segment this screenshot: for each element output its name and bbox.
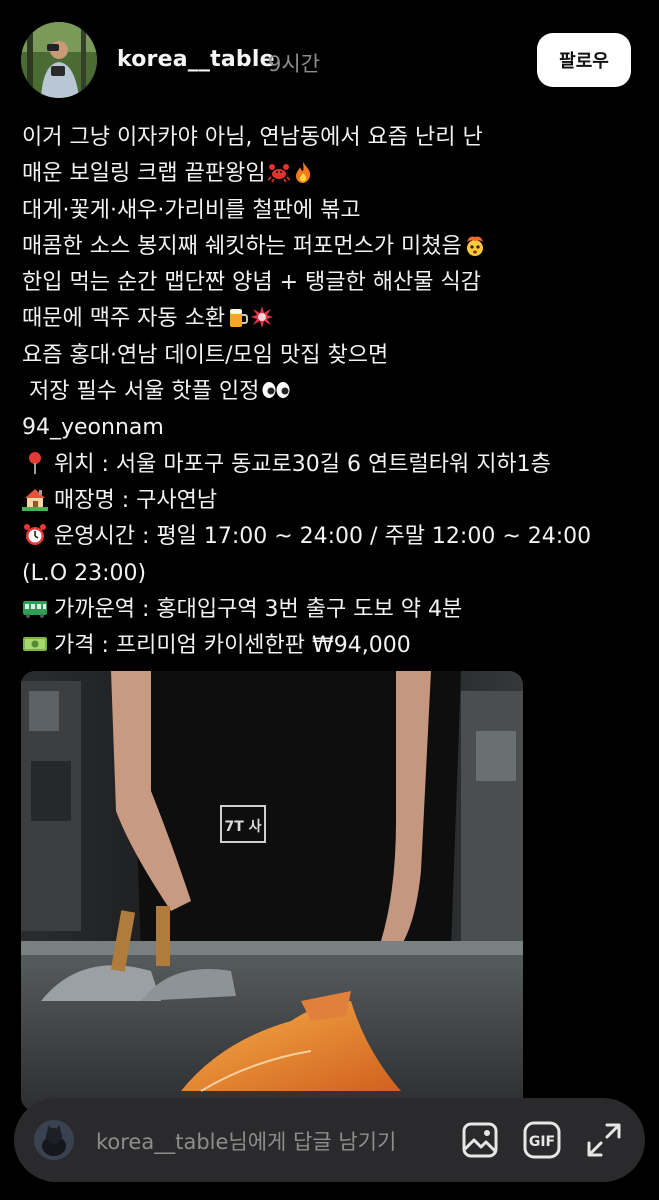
beer-emoji-icon bbox=[227, 306, 249, 328]
eyes-emoji-icon bbox=[261, 379, 291, 401]
post-photo[interactable]: 7T 사 bbox=[21, 671, 523, 1111]
house-emoji-icon bbox=[22, 487, 48, 511]
gif-icon[interactable]: GIF bbox=[522, 1120, 562, 1160]
caption-text: 저장 필수 서울 핫플 인정 bbox=[22, 379, 260, 405]
collision-emoji-icon bbox=[251, 306, 274, 329]
round-pushpin-emoji-icon bbox=[22, 451, 48, 475]
caption-text: 가격 : 프리미엄 카이센한판 ₩94,000 bbox=[54, 633, 411, 659]
caption-text: 운영시간 : 평일 17:00 ~ 24:00 / 주말 12:00 ~ 24:… bbox=[54, 524, 592, 550]
caption-text: (L.O 23:00) bbox=[22, 560, 147, 586]
caption-text: 가까운역 : 홍대입구역 3번 출구 도보 약 4분 bbox=[54, 596, 463, 622]
caption-text: 한입 먹는 순간 맵단짠 양념 + 탱글한 해산물 식감 bbox=[22, 270, 481, 296]
caption-text: 매운 보일링 크랩 끝판왕임 bbox=[22, 161, 266, 187]
caption-text: 이거 그냥 이자카야 아님, 연남동에서 요즘 난리 난 bbox=[22, 125, 483, 150]
reply-input[interactable]: korea__table님에게 답글 남기기 bbox=[96, 1126, 396, 1156]
exploding-head-emoji-icon bbox=[464, 234, 486, 256]
caption-text: 매장명 : 구사연남 bbox=[54, 487, 218, 513]
caption-line: 가까운역 : 홍대입구역 3번 출구 도보 약 4분 bbox=[22, 592, 637, 628]
post-timestamp: 9시간 bbox=[268, 52, 321, 76]
profile-photo-icon bbox=[21, 22, 97, 98]
fire-emoji-icon bbox=[292, 161, 314, 184]
tram-emoji-icon bbox=[22, 596, 48, 620]
caption-line: 94_yeonnam bbox=[22, 410, 637, 446]
caption-line: 매장명 : 구사연남 bbox=[22, 483, 637, 519]
caption-line: 이거 그냥 이자카야 아님, 연남동에서 요즘 난리 난 bbox=[22, 120, 637, 156]
caption-text: 때문에 맥주 자동 소환 bbox=[22, 306, 226, 332]
reply-composer: korea__table님에게 답글 남기기 GIF bbox=[14, 1098, 645, 1182]
caption-line: 한입 먹는 순간 맵단짠 양념 + 탱글한 해산물 식감 bbox=[22, 265, 637, 301]
alarm-clock-emoji-icon bbox=[22, 523, 48, 547]
caption-text: 대게·꽃게·새우·가리비를 철판에 볶고 bbox=[22, 197, 361, 223]
banknote-emoji-icon bbox=[22, 632, 48, 656]
caption-line: (L.O 23:00) bbox=[22, 556, 637, 592]
avatar[interactable] bbox=[21, 22, 97, 98]
caption-hashtag[interactable]: 94_yeonnam bbox=[22, 415, 164, 440]
caption-line: 요즘 홍대·연남 데이트/모임 맛집 찾으면 bbox=[22, 338, 637, 374]
caption-line: 위치 : 서울 마포구 동교로30길 6 연트럴타워 지하1층 bbox=[22, 447, 637, 483]
caption-text: 위치 : 서울 마포구 동교로30길 6 연트럴타워 지하1층 bbox=[54, 451, 551, 477]
post-header: korea__table 9시간 팔로우 bbox=[0, 0, 659, 120]
follow-button[interactable]: 팔로우 bbox=[537, 33, 631, 87]
caption-text: 매콤한 소스 봉지째 쉐킷하는 퍼포먼스가 미쳤음 bbox=[22, 233, 462, 259]
caption-line: 매콤한 소스 봉지째 쉐킷하는 퍼포먼스가 미쳤음 bbox=[22, 229, 637, 265]
caption-line: 저장 필수 서울 핫플 인정 bbox=[22, 374, 637, 410]
caption-line: 매운 보일링 크랩 끝판왕임 bbox=[22, 156, 637, 192]
apron-logo-text: 7T 사 bbox=[224, 819, 261, 835]
caption-text: 요즘 홍대·연남 데이트/모임 맛집 찾으면 bbox=[22, 342, 389, 368]
caption-line: 대게·꽃게·새우·가리비를 철판에 볶고 bbox=[22, 193, 637, 229]
post-image: 7T 사 bbox=[21, 671, 523, 1111]
post-caption: 이거 그냥 이자카야 아님, 연남동에서 요즘 난리 난 매운 보일링 크랩 끝… bbox=[22, 120, 637, 664]
caption-line: 가격 : 프리미엄 카이센한판 ₩94,000 bbox=[22, 628, 637, 664]
crab-emoji-icon bbox=[267, 161, 290, 183]
reply-avatar bbox=[34, 1120, 74, 1160]
caption-line: 운영시간 : 평일 17:00 ~ 24:00 / 주말 12:00 ~ 24:… bbox=[22, 519, 637, 555]
caption-line: 때문에 맥주 자동 소환 bbox=[22, 301, 637, 337]
gif-label: GIF bbox=[529, 1134, 555, 1150]
username[interactable]: korea__table bbox=[117, 47, 275, 72]
expand-icon[interactable] bbox=[584, 1120, 624, 1160]
image-icon[interactable] bbox=[460, 1120, 500, 1160]
